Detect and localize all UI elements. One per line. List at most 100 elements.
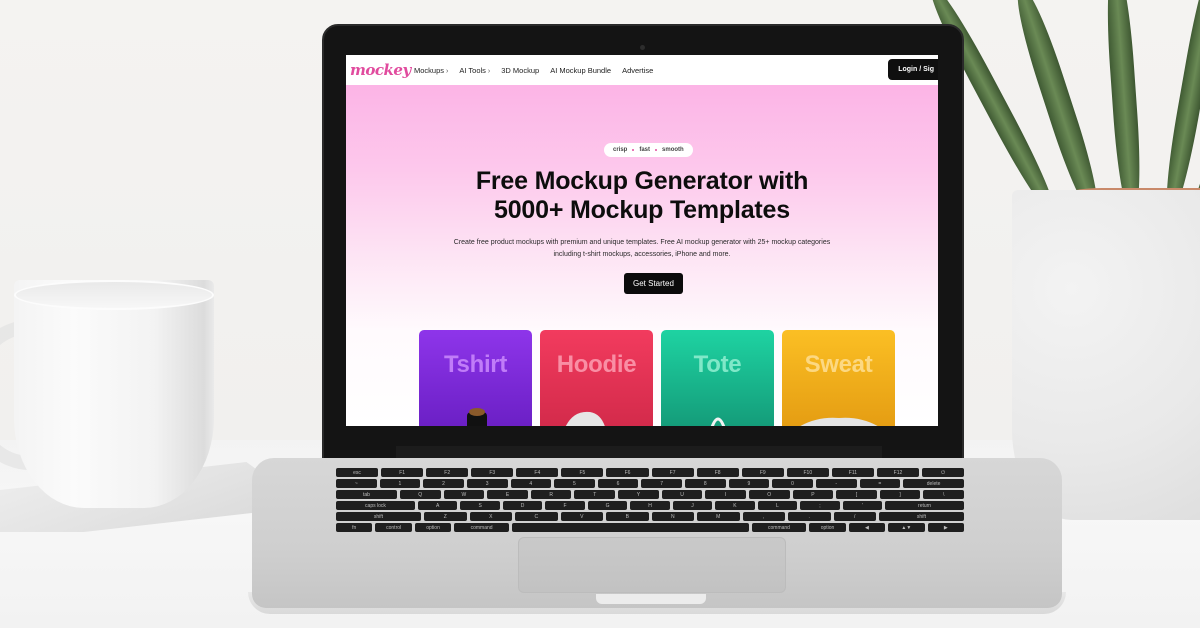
site-navbar: mockey Mockups › AI Tools › 3D Mockup AI M… — [346, 55, 938, 85]
key[interactable]: R — [530, 490, 572, 499]
key[interactable]: M — [697, 512, 740, 521]
key[interactable]: P — [792, 490, 834, 499]
key[interactable]: ~ — [336, 479, 377, 488]
key[interactable]: F11 — [831, 468, 874, 477]
key[interactable]: command — [751, 523, 807, 532]
key[interactable]: F12 — [876, 468, 920, 477]
key[interactable]: S — [460, 501, 500, 510]
key[interactable]: F7 — [651, 468, 694, 477]
key[interactable]: Z — [424, 512, 467, 521]
key[interactable]: caps lock — [336, 501, 415, 510]
key[interactable]: J — [672, 501, 713, 510]
key[interactable]: shift — [336, 512, 421, 521]
key[interactable]: L — [757, 501, 798, 510]
key[interactable]: ] — [879, 490, 921, 499]
key[interactable]: F6 — [606, 468, 649, 477]
hero-title-line: Free Mockup Generator with — [475, 167, 809, 195]
key[interactable]: D — [502, 501, 543, 510]
key[interactable]: ; — [800, 501, 840, 510]
key[interactable]: O — [748, 490, 790, 499]
tag-smooth: smooth — [662, 147, 684, 153]
key[interactable]: A — [417, 501, 458, 510]
key[interactable]: F3 — [471, 468, 514, 477]
trackpad[interactable] — [518, 537, 786, 593]
key[interactable]: ⏻ — [922, 468, 965, 477]
key[interactable]: F4 — [516, 468, 559, 477]
key[interactable]: command — [454, 523, 509, 532]
category-card-sweat[interactable]: Sweat — [782, 330, 895, 426]
nav-item-mockups[interactable]: Mockups › — [414, 66, 448, 75]
nav-item-3d-mockup[interactable]: 3D Mockup — [501, 66, 539, 75]
key[interactable]: ▲▼ — [888, 523, 925, 532]
key[interactable]: tab — [336, 490, 397, 499]
key[interactable]: . — [788, 512, 831, 521]
key[interactable]: , — [742, 512, 785, 521]
key[interactable]: / — [833, 512, 876, 521]
key[interactable]: F9 — [741, 468, 784, 477]
key[interactable]: G — [587, 501, 628, 510]
key[interactable]: F2 — [426, 468, 469, 477]
keyboard-row: shift Z X C V B N M,. / shift — [336, 512, 964, 521]
key[interactable]: 7 — [641, 479, 682, 488]
key[interactable]: 9 — [728, 479, 770, 488]
category-card-hoodie[interactable]: Hoodie — [540, 330, 653, 426]
key[interactable]: I — [705, 490, 746, 499]
key[interactable]: Y — [618, 490, 659, 499]
key[interactable]: F10 — [786, 468, 829, 477]
tag-crisp: crisp — [613, 147, 628, 153]
nav-item-advertise[interactable]: Advertise — [622, 66, 653, 75]
sweatshirt-product-icon — [800, 417, 878, 426]
key[interactable]: T — [574, 490, 616, 499]
mockey-logo[interactable]: mockey — [350, 61, 411, 79]
key[interactable]: 4 — [510, 479, 552, 488]
key[interactable]: 3 — [466, 479, 508, 488]
key[interactable]: F — [545, 501, 585, 510]
key[interactable]: 2 — [423, 479, 464, 488]
key[interactable]: - — [815, 479, 857, 488]
key[interactable]: 6 — [597, 479, 639, 488]
key[interactable]: F1 — [381, 468, 424, 477]
key[interactable]: W — [443, 490, 485, 499]
key[interactable]: ▶ — [927, 523, 964, 532]
key[interactable]: V — [560, 512, 603, 521]
key[interactable]: Q — [399, 490, 441, 499]
category-card-tote[interactable]: Tote — [661, 330, 774, 426]
key[interactable]: fn — [336, 523, 373, 532]
key[interactable]: C — [515, 512, 558, 521]
key[interactable]: 1 — [379, 479, 421, 488]
nav-item-ai-tools[interactable]: AI Tools › — [459, 66, 490, 75]
key[interactable]: E — [487, 490, 528, 499]
key[interactable]: F5 — [561, 468, 604, 477]
key[interactable]: X — [469, 512, 512, 521]
nav-item-ai-mockup-bundle[interactable]: AI Mockup Bundle — [550, 66, 611, 75]
key[interactable]: ◀ — [848, 523, 886, 532]
key[interactable]: 0 — [772, 479, 813, 488]
key[interactable]: = — [859, 479, 901, 488]
category-card-tshirt[interactable]: Tshirt — [419, 330, 532, 426]
key[interactable]: esc — [336, 468, 379, 477]
key[interactable]: \ — [923, 490, 965, 499]
get-started-button[interactable]: Get Started — [624, 273, 683, 294]
key[interactable]: option — [414, 523, 452, 532]
key[interactable]: B — [606, 512, 649, 521]
key[interactable]: F8 — [696, 468, 739, 477]
key[interactable]: delete — [903, 479, 965, 488]
bullet-dot-icon — [655, 149, 658, 151]
key[interactable]: ' — [842, 501, 883, 510]
key[interactable]: U — [661, 490, 703, 499]
login-signup-button[interactable]: Login / Sig — [888, 59, 938, 80]
key[interactable]: N — [651, 512, 694, 521]
nav-item-label: Mockups — [414, 65, 445, 75]
key[interactable]: control — [375, 523, 412, 532]
key[interactable]: 5 — [554, 479, 595, 488]
key[interactable]: shift — [879, 512, 964, 521]
mug-rim — [14, 280, 214, 310]
key[interactable]: H — [630, 501, 670, 510]
key[interactable]: K — [715, 501, 755, 510]
key[interactable]: return — [885, 501, 965, 510]
key[interactable]: 8 — [685, 479, 726, 488]
key-space[interactable] — [511, 523, 749, 532]
coffee-mug — [14, 280, 214, 508]
key[interactable]: [ — [836, 490, 877, 499]
key[interactable]: option — [809, 523, 846, 532]
